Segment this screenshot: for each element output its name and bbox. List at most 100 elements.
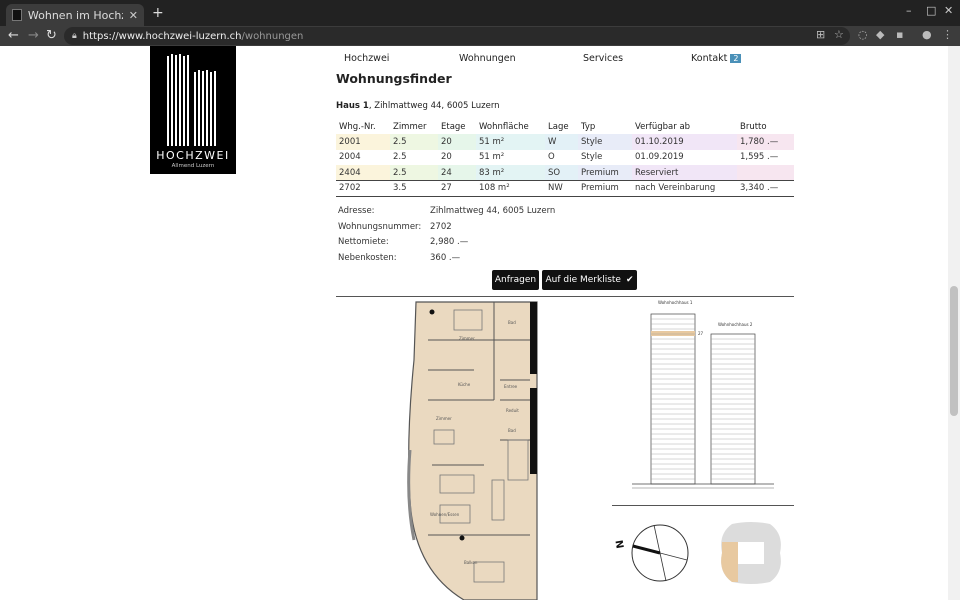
room-label: Zimmer: [436, 416, 452, 421]
table-cell: 83 m²: [476, 165, 545, 181]
apartment-table: Whg.-Nr. Zimmer Etage Wohnfläche Lage Ty…: [336, 119, 794, 197]
merkliste-label: Auf die Merkliste: [545, 275, 621, 285]
table-cell: 01.09.2019: [635, 152, 684, 163]
table-cell: 51 m²: [479, 152, 505, 163]
room-label: Balkon: [464, 560, 478, 565]
detail-label: Nettomiete:: [338, 237, 389, 247]
close-window-icon[interactable]: ✕: [944, 4, 953, 17]
col-header[interactable]: Lage: [545, 119, 578, 134]
col-header[interactable]: Wohnfläche: [476, 119, 545, 134]
check-icon: ✔: [625, 275, 634, 285]
logo[interactable]: HOCHZWEI Allmend Luzern: [150, 46, 236, 174]
table-cell: NW: [545, 180, 578, 197]
table-cell: nach Vereinbarung: [632, 180, 737, 197]
close-tab-icon[interactable]: ✕: [129, 9, 138, 22]
table-cell: 20: [438, 134, 476, 150]
table-cell: 2.5: [390, 134, 438, 150]
page-content: HOCHZWEI Allmend Luzern Hochzwei Wohnung…: [0, 46, 948, 600]
table-cell: 3,340 .—: [737, 180, 794, 197]
table-cell: Premium: [578, 180, 632, 197]
table-cell: W: [545, 134, 578, 150]
tower2-label: Wohnhochhaus 2: [718, 322, 753, 327]
nav-item-services[interactable]: Services: [583, 53, 623, 64]
extension-icon[interactable]: ▪: [896, 28, 903, 41]
table-cell: 01.10.2019: [632, 134, 737, 150]
logo-subtitle: Allmend Luzern: [171, 163, 215, 169]
extension-icon[interactable]: ◆: [876, 28, 884, 41]
notification-badge: 2: [730, 54, 742, 63]
browser-chrome: Wohnen im Hochzwei Luz ✕ + – □ ✕ ← → ↻ 🔒…: [0, 0, 960, 46]
forward-icon[interactable]: →: [28, 28, 39, 43]
new-tab-button[interactable]: +: [152, 5, 164, 21]
back-icon[interactable]: ←: [8, 28, 19, 43]
table-cell: 20: [441, 152, 452, 163]
table-row[interactable]: 2004 2.5 20 51 m² O Style 01.09.2019 1,5…: [336, 150, 794, 166]
nav-item-hochzwei[interactable]: Hochzwei: [344, 53, 389, 64]
table-cell: 2004: [339, 152, 361, 163]
maximize-icon[interactable]: □: [926, 4, 936, 17]
detail-value: 360 .—: [430, 252, 461, 263]
table-cell: O: [548, 152, 555, 163]
detail-value: 2,980 .—: [430, 237, 469, 247]
table-cell: 51 m²: [476, 134, 545, 150]
table-cell: 1,780 .—: [737, 134, 794, 150]
profile-icon[interactable]: ●: [922, 28, 932, 41]
url-path: /wohnungen: [241, 30, 304, 42]
col-header[interactable]: Zimmer: [390, 119, 438, 134]
table-cell: SO: [545, 165, 578, 181]
table-cell: 2.5: [390, 165, 438, 181]
col-header[interactable]: Typ: [578, 119, 632, 134]
table-cell: 3.5: [390, 180, 438, 197]
nav-item-kontakt[interactable]: Kontakt 2: [691, 53, 742, 64]
room-label: Zimmer: [459, 336, 475, 341]
table-cell: 27: [438, 180, 476, 197]
tab-title: Wohnen im Hochzwei Luz: [27, 8, 123, 22]
table-cell: 1,595 .—: [740, 152, 779, 163]
room-label: Küche: [458, 382, 471, 387]
room-label: Bad: [508, 428, 516, 433]
compass: N: [614, 524, 689, 582]
house-name: Haus 1: [336, 101, 369, 111]
bookmark-star-icon[interactable]: ☆: [834, 28, 844, 41]
favicon-icon: [12, 9, 22, 21]
page-scrollbar[interactable]: [948, 46, 960, 600]
col-header[interactable]: Etage: [438, 119, 476, 134]
building-elevation[interactable]: Wohnhochhaus 1 Wohnhochhaus 2 27: [630, 298, 776, 498]
table-cell: Style: [581, 152, 603, 163]
table-row-selected[interactable]: 2702 3.5 27 108 m² NW Premium nach Verei…: [336, 180, 794, 197]
anfragen-button[interactable]: Anfragen: [492, 270, 539, 290]
room-label: Bad: [508, 320, 516, 325]
table-row[interactable]: 2001 2.5 20 51 m² W Style 01.10.2019 1,7…: [336, 134, 794, 150]
lock-icon: 🔒︎: [72, 31, 77, 41]
tower1-label: Wohnhochhaus 1: [658, 300, 693, 305]
address-bar[interactable]: 🔒︎ https://www.hochzwei-luzern.ch/wohnun…: [64, 27, 850, 45]
floor-plan[interactable]: Zimmer Bad Küche Entree Zimmer Reduit Ba…: [404, 300, 540, 600]
detail-value: Zihlmattweg 44, 6005 Luzern: [430, 206, 556, 216]
col-header[interactable]: Whg.-Nr.: [336, 119, 390, 134]
compass-north-label: N: [614, 539, 625, 549]
col-header[interactable]: Brutto: [737, 119, 794, 134]
room-label: Entree: [504, 384, 518, 389]
detail-value: 2702: [430, 221, 452, 232]
table-cell: 2404: [336, 165, 390, 181]
col-header[interactable]: Verfügbar ab: [632, 119, 737, 134]
site-plan: [721, 522, 781, 584]
table-cell: Style: [578, 134, 632, 150]
scrollbar-thumb[interactable]: [950, 286, 958, 416]
translate-icon[interactable]: ⊞: [816, 28, 825, 41]
merkliste-button[interactable]: Auf die Merkliste ✔: [542, 270, 637, 290]
nav-item-wohnungen[interactable]: Wohnungen: [459, 53, 516, 64]
detail-label: Wohnungsnummer:: [338, 221, 422, 232]
divider: [336, 296, 794, 297]
minimize-icon[interactable]: –: [906, 4, 912, 17]
menu-icon[interactable]: ⋮: [942, 28, 953, 41]
selected-floor: [651, 331, 695, 336]
table-cell: 2702: [336, 180, 390, 197]
extension-icon[interactable]: ◌: [858, 28, 868, 41]
browser-tab[interactable]: Wohnen im Hochzwei Luz ✕: [6, 4, 144, 26]
house-address: Haus 1, Zihlmattweg 44, 6005 Luzern: [336, 101, 500, 111]
table-cell: Premium: [578, 165, 632, 181]
reload-icon[interactable]: ↻: [46, 28, 57, 43]
table-row[interactable]: 2404 2.5 24 83 m² SO Premium Reserviert: [336, 165, 794, 181]
house-street: , Zihlmattweg 44, 6005 Luzern: [368, 101, 500, 111]
